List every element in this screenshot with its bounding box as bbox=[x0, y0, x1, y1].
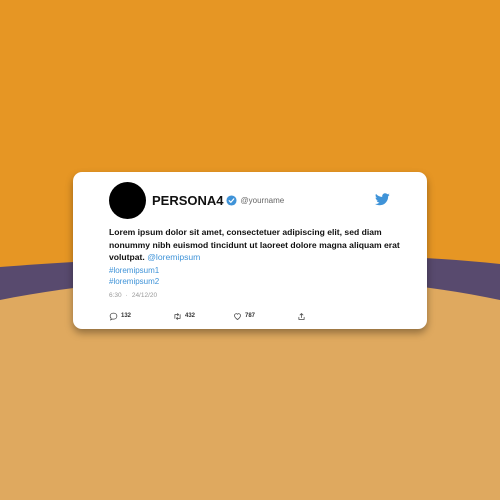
tweet-time: 6:30 bbox=[109, 292, 122, 299]
reply-button[interactable]: 132 bbox=[109, 312, 131, 321]
retweet-count: 432 bbox=[185, 313, 196, 319]
hashtag-link[interactable]: #loremipsum1 bbox=[109, 265, 159, 276]
reply-icon bbox=[109, 312, 118, 321]
tweet-header: PERSONA4 @yourname bbox=[152, 193, 284, 208]
reply-count: 132 bbox=[121, 313, 132, 319]
like-button[interactable]: 787 bbox=[233, 312, 255, 321]
retweet-icon bbox=[174, 312, 181, 320]
tweet-text: Lorem ipsum dolor sit amet, consectetuer… bbox=[109, 226, 409, 264]
avatar[interactable] bbox=[109, 182, 146, 219]
verified-badge-icon bbox=[225, 195, 237, 206]
tweet-date: 24/12/20 bbox=[131, 292, 158, 299]
heart-icon bbox=[234, 312, 241, 320]
display-name[interactable]: PERSONA4 bbox=[152, 193, 224, 208]
like-count: 787 bbox=[245, 313, 256, 319]
hashtag-list: #loremipsum1 #loremipsum2 bbox=[109, 265, 159, 287]
meta-separator: · bbox=[125, 292, 128, 299]
hashtag-link[interactable]: #loremipsum2 bbox=[109, 276, 159, 287]
retweet-button[interactable]: 432 bbox=[173, 312, 195, 321]
share-button[interactable] bbox=[297, 312, 306, 321]
user-handle[interactable]: @yourname bbox=[241, 196, 285, 205]
tweet-card: PERSONA4 @yourname Lorem ipsum dolor sit… bbox=[73, 172, 427, 329]
twitter-bird-icon bbox=[375, 193, 390, 206]
share-icon bbox=[298, 312, 305, 320]
mention-link[interactable]: @loremipsum bbox=[147, 252, 200, 262]
tweet-timestamp: 6:30 · 24/12/20 bbox=[109, 292, 157, 299]
